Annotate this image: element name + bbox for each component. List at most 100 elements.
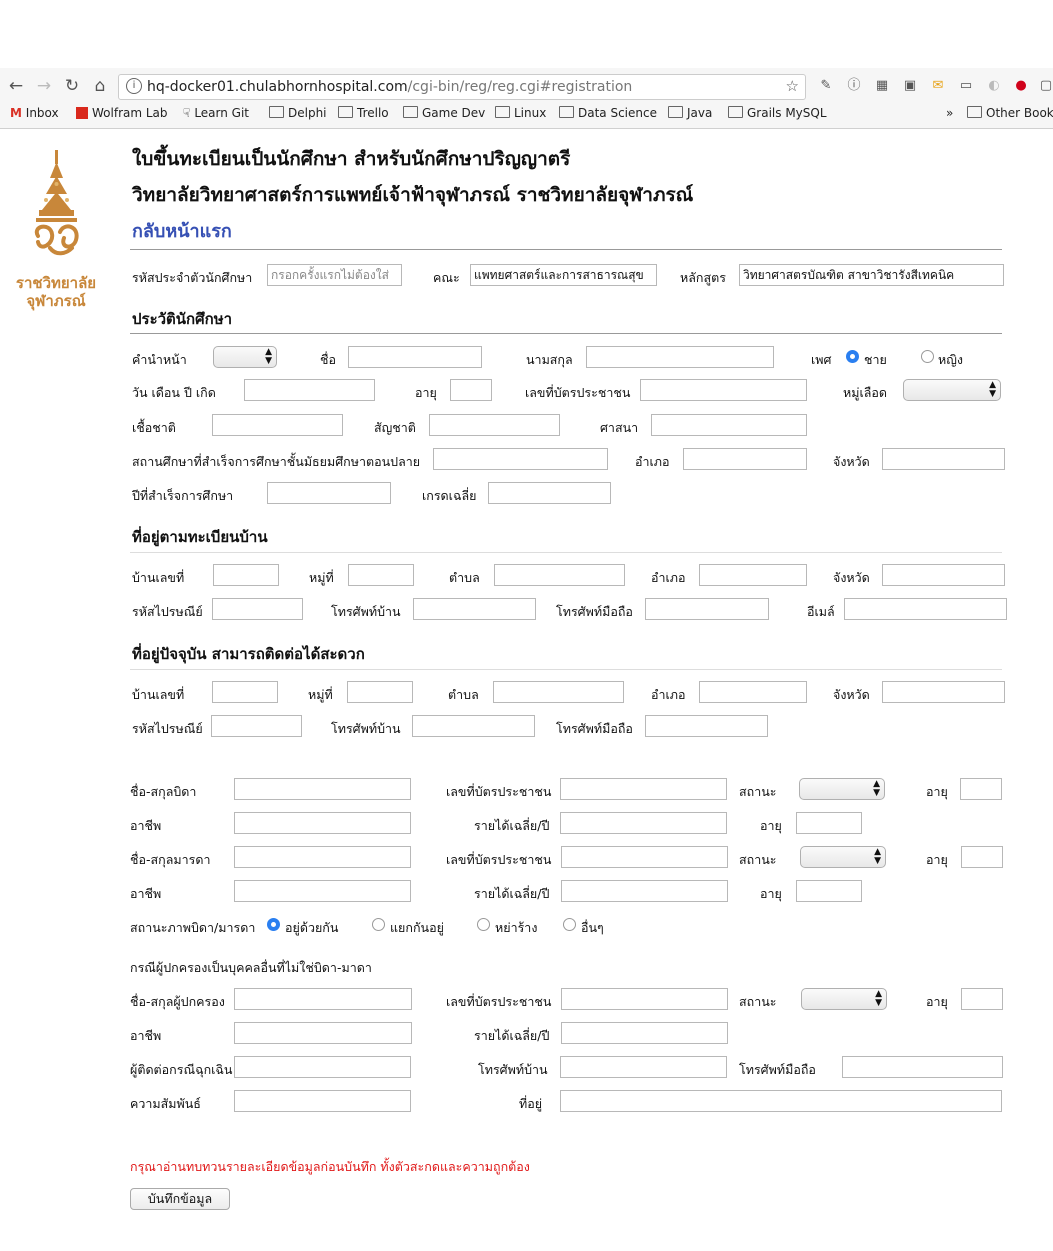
bookmark-java[interactable]: Java <box>668 106 712 120</box>
bookmark-learn-git[interactable]: ☟ Learn Git <box>183 106 249 120</box>
marital-divorced-radio[interactable] <box>477 918 490 931</box>
age-input[interactable] <box>450 379 492 401</box>
menu-icon[interactable]: ▢ <box>1038 78 1053 94</box>
mother-national-id-input[interactable] <box>561 846 728 868</box>
mother-occupation-input[interactable] <box>234 880 411 902</box>
email-input[interactable] <box>844 598 1007 620</box>
bookmarks-more[interactable]: » <box>946 106 953 120</box>
home-house-no-input[interactable] <box>213 564 279 586</box>
grad-year-input[interactable] <box>267 482 391 504</box>
father-age2-input[interactable] <box>796 812 862 834</box>
gender-female-radio[interactable] <box>921 350 934 363</box>
marital-other-radio[interactable] <box>563 918 576 931</box>
bookmark-grails-mysql[interactable]: Grails MySQL <box>728 106 827 120</box>
address-bar[interactable]: i hq-docker01.chulabhornhospital.com/cgi… <box>118 74 806 100</box>
national-id-input[interactable] <box>640 379 807 401</box>
nationality-input[interactable] <box>429 414 560 436</box>
home-province-input[interactable] <box>882 564 1005 586</box>
religion-input[interactable] <box>651 414 807 436</box>
mother-status-select[interactable]: ▲ ▼ <box>800 846 886 868</box>
home-tambon-label: ตำบล <box>449 570 480 585</box>
home-mobile-input[interactable] <box>645 598 769 620</box>
lastname-input[interactable] <box>586 346 774 368</box>
father-status-select[interactable]: ▲ ▼ <box>799 778 885 800</box>
marital-together-radio[interactable] <box>267 918 280 931</box>
father-national-id-input[interactable] <box>560 778 727 800</box>
current-province-input[interactable] <box>882 681 1005 703</box>
star-icon[interactable]: ☆ <box>786 77 799 95</box>
mother-name-input[interactable] <box>234 846 411 868</box>
bookmark-inbox[interactable]: M Inbox <box>10 106 59 120</box>
gender-male-radio[interactable] <box>846 350 859 363</box>
mother-income-input[interactable] <box>561 880 728 902</box>
info-circle-icon[interactable]: ⓘ <box>846 78 862 94</box>
guardian-age-input[interactable] <box>961 988 1003 1010</box>
mother-age2-input[interactable] <box>796 880 862 902</box>
info-icon[interactable]: i <box>126 78 142 94</box>
mother-age-input[interactable] <box>961 846 1003 868</box>
current-house-no-input[interactable] <box>212 681 278 703</box>
program-input[interactable] <box>739 264 1004 286</box>
school-province-input[interactable] <box>882 448 1005 470</box>
back-home-link[interactable]: กลับหน้าแรก <box>132 216 232 245</box>
father-income-input[interactable] <box>560 812 727 834</box>
home-phone-input[interactable] <box>413 598 536 620</box>
current-district-input[interactable] <box>699 681 807 703</box>
current-tambon-input[interactable] <box>493 681 624 703</box>
evernote-icon[interactable]: ✎ <box>818 78 834 94</box>
home-moo-input[interactable] <box>348 564 414 586</box>
bookmark-linux[interactable]: Linux <box>495 106 546 120</box>
father-occupation-input[interactable] <box>234 812 411 834</box>
home-icon[interactable]: ⌂ <box>90 76 110 96</box>
reload-icon[interactable]: ↻ <box>62 76 82 96</box>
faculty-input[interactable] <box>470 264 657 286</box>
gpa-input[interactable] <box>488 482 611 504</box>
cast-icon[interactable]: ▭ <box>958 78 974 94</box>
qr-code-icon[interactable]: ▦ <box>874 78 890 94</box>
emergency-home-phone-input[interactable] <box>560 1056 727 1078</box>
school-input[interactable] <box>433 448 608 470</box>
save-button[interactable]: บันทึกข้อมูล <box>130 1188 230 1210</box>
guardian-income-input[interactable] <box>561 1022 728 1044</box>
emergency-address-input[interactable] <box>560 1090 1002 1112</box>
bookmark-delphi[interactable]: Delphi <box>269 106 327 120</box>
school-district-input[interactable] <box>683 448 807 470</box>
guardian-national-id-input[interactable] <box>561 988 728 1010</box>
extension-icon[interactable]: ◐ <box>986 78 1002 94</box>
race-input[interactable] <box>212 414 343 436</box>
forward-icon[interactable]: → <box>34 76 54 96</box>
divider <box>130 552 1002 553</box>
mail-icon[interactable]: ✉ <box>930 78 946 94</box>
guardian-occupation-input[interactable] <box>234 1022 412 1044</box>
emergency-mobile-input[interactable] <box>842 1056 1003 1078</box>
jb-icon[interactable]: ▣ <box>902 78 918 94</box>
git-icon: ☟ <box>183 106 191 120</box>
emergency-contact-input[interactable] <box>234 1056 411 1078</box>
pinterest-icon[interactable]: ● <box>1013 78 1029 94</box>
home-postcode-input[interactable] <box>212 598 303 620</box>
relationship-input[interactable] <box>234 1090 411 1112</box>
home-tambon-input[interactable] <box>494 564 625 586</box>
father-name-input[interactable] <box>234 778 411 800</box>
birthdate-input[interactable] <box>244 379 375 401</box>
blood-type-select[interactable]: ▲ ▼ <box>903 379 1001 401</box>
guardian-name-input[interactable] <box>234 988 412 1010</box>
bookmark-other[interactable]: Other Book <box>967 106 1053 120</box>
bookmark-game-dev[interactable]: Game Dev <box>403 106 485 120</box>
bookmark-trello[interactable]: Trello <box>338 106 389 120</box>
current-moo-input[interactable] <box>347 681 413 703</box>
guardian-status-select[interactable]: ▲ ▼ <box>801 988 887 1010</box>
birthdate-label: วัน เดือน ปี เกิด <box>132 385 216 400</box>
bookmark-wolfram-lab[interactable]: Wolfram Lab <box>76 106 168 120</box>
current-mobile-input[interactable] <box>645 715 768 737</box>
prefix-select[interactable]: ▲ ▼ <box>213 346 277 368</box>
firstname-input[interactable] <box>348 346 482 368</box>
home-district-input[interactable] <box>699 564 807 586</box>
marital-separated-radio[interactable] <box>372 918 385 931</box>
current-phone-input[interactable] <box>412 715 535 737</box>
bookmark-data-science[interactable]: Data Science <box>559 106 657 120</box>
father-age-input[interactable] <box>960 778 1002 800</box>
current-postcode-input[interactable] <box>211 715 302 737</box>
back-icon[interactable]: ← <box>6 76 26 96</box>
student-id-input[interactable] <box>267 264 402 286</box>
